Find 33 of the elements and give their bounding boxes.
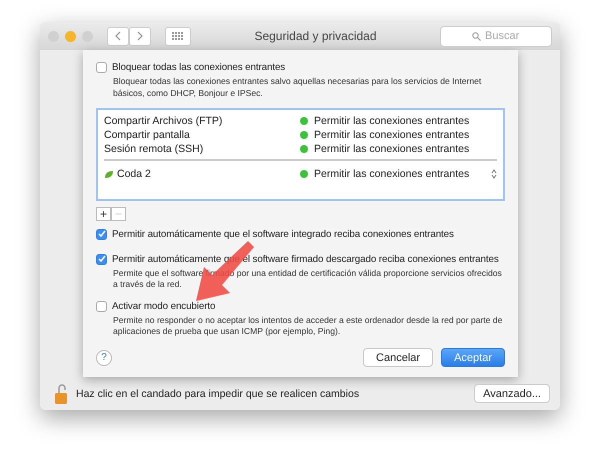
help-button[interactable]: ? bbox=[96, 350, 112, 366]
padlock-icon[interactable] bbox=[54, 382, 68, 404]
cancel-button[interactable]: Cancelar bbox=[363, 348, 434, 367]
description-text: Permite no responder o no aceptar los intentos de acceder a este ordenador desde la red por parte de aplicaciones de prueba que usan ICMP (por ejemplo, Ping). bbox=[113, 314, 504, 338]
leaf-icon bbox=[104, 170, 114, 179]
grid-button[interactable] bbox=[165, 26, 191, 46]
grid-icon bbox=[172, 32, 184, 40]
block-all-checkbox[interactable]: Bloquear todas las conexiones entrantes bbox=[96, 62, 505, 73]
option-checkbox[interactable]: Permitir automáticamente que el software integrado reciba conexiones entrantes bbox=[96, 228, 505, 240]
add-button[interactable]: + bbox=[96, 206, 111, 221]
window-title: Seguridad y privacidad bbox=[253, 29, 378, 43]
back-button[interactable] bbox=[107, 26, 129, 46]
check-icon bbox=[98, 230, 106, 238]
forward-icon bbox=[137, 31, 143, 41]
check-icon bbox=[98, 255, 106, 264]
list-item[interactable]: Compartir pantalla bbox=[104, 129, 300, 142]
list-item[interactable]: Sesión remota (SSH) bbox=[104, 143, 300, 156]
list-item[interactable]: Compartir Archivos (FTP) bbox=[104, 115, 300, 128]
description-text: Bloquear todas las conexiones entrantes salvo aquellas necesarias para los servicios de Internet básicos, como DHCP, Bonjour e IPSec. bbox=[113, 76, 482, 100]
advanced-button[interactable]: Avanzado... bbox=[474, 384, 550, 403]
list-item[interactable]: Coda 2 bbox=[104, 168, 300, 180]
option-checkbox[interactable]: Activar modo encubierto bbox=[96, 300, 505, 312]
status-text: Permitir las conexiones entrantes bbox=[314, 168, 470, 180]
status-text: Permitir las conexiones entrantes bbox=[314, 143, 470, 156]
forward-button[interactable] bbox=[129, 26, 151, 46]
updown-icon[interactable] bbox=[491, 169, 497, 180]
minimize-button[interactable] bbox=[65, 30, 76, 42]
search-field[interactable]: Buscar bbox=[440, 26, 552, 46]
search-icon bbox=[472, 32, 481, 40]
back-icon bbox=[115, 31, 121, 41]
status-text: Permitir las conexiones entrantes bbox=[314, 129, 470, 142]
lock-text: Haz clic en el candado para impedir que se realicen cambios bbox=[76, 388, 360, 400]
status-text: Permitir las conexiones entrantes bbox=[314, 115, 470, 128]
